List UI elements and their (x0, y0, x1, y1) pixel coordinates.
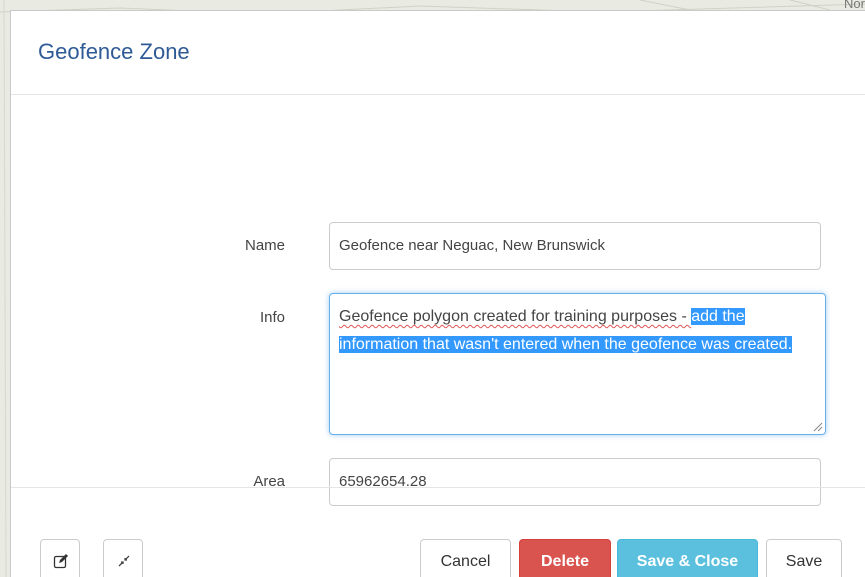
edit-icon (53, 554, 68, 569)
dialog-header: Geofence Zone (11, 11, 865, 95)
collapse-arrows-icon (118, 555, 130, 567)
name-field[interactable]: Geofence near Neguac, New Brunswick (329, 222, 821, 270)
collapse-button[interactable] (103, 539, 143, 577)
info-textarea[interactable]: Geofence polygon created for training pu… (329, 293, 826, 435)
dialog-title: Geofence Zone (38, 39, 190, 64)
dialog-footer: Cancel Delete Save & Close Save (11, 487, 865, 577)
info-text-unselected: Geofence polygon created for training pu… (339, 308, 692, 325)
info-label: Info (259, 309, 285, 326)
edit-button[interactable] (40, 539, 80, 577)
save-and-close-button[interactable]: Save & Close (617, 539, 758, 577)
resize-grip-icon[interactable] (813, 422, 823, 432)
delete-button[interactable]: Delete (519, 539, 611, 577)
geofence-dialog: Geofence Zone Name Geofence near Neguac,… (10, 10, 865, 577)
save-button[interactable]: Save (766, 539, 842, 577)
cancel-button[interactable]: Cancel (420, 539, 511, 577)
name-label: Name (244, 237, 285, 254)
